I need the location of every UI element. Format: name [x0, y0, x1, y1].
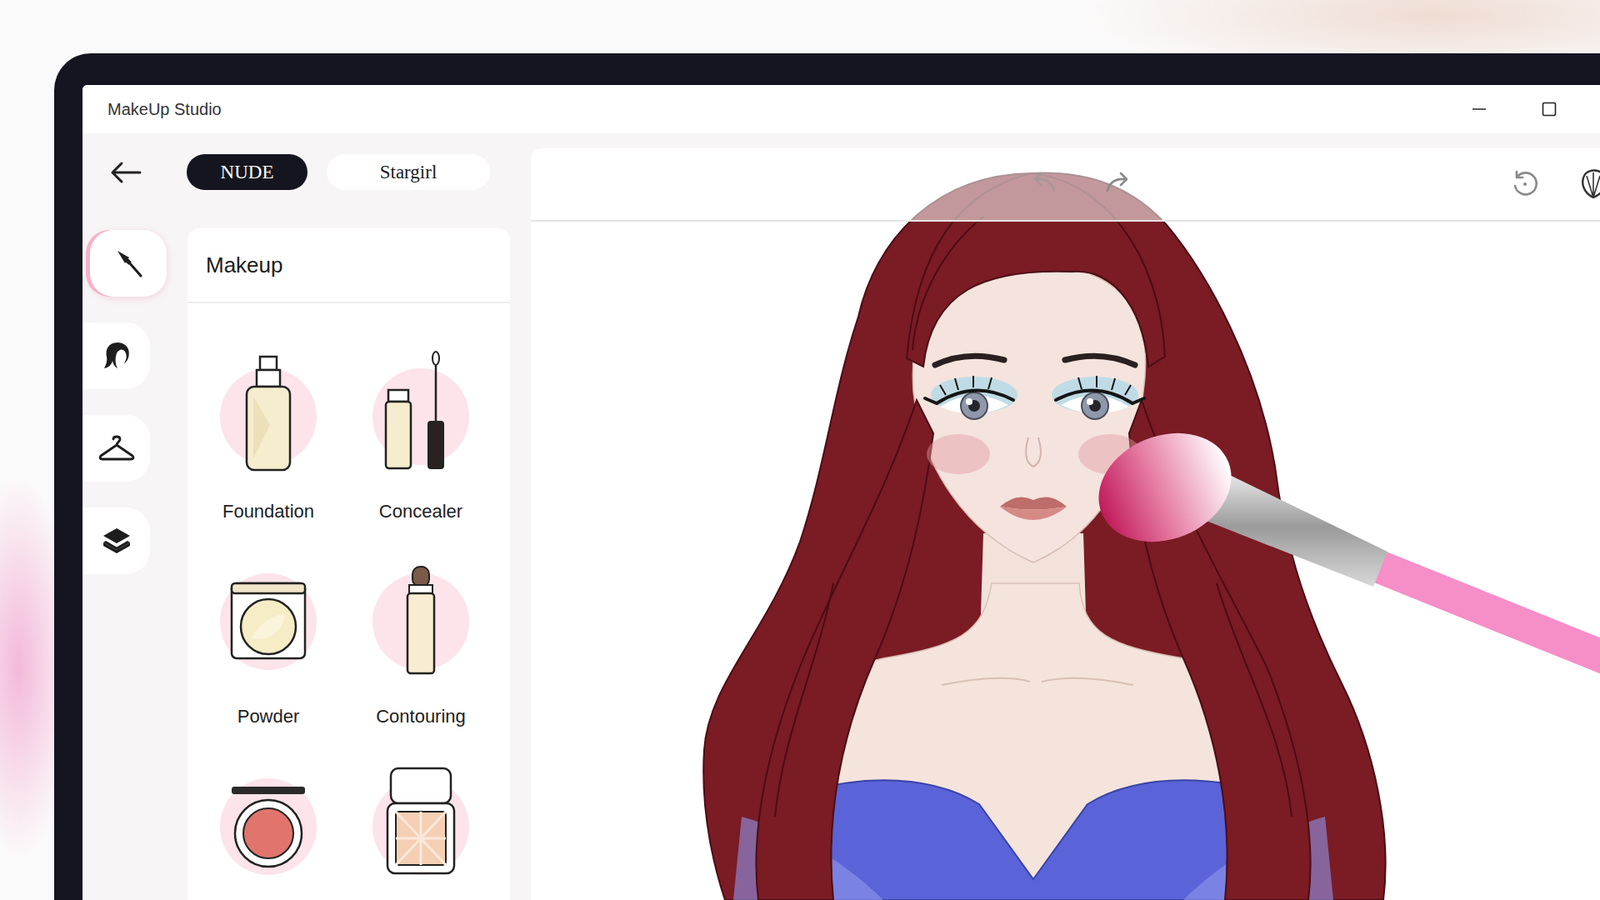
device-frame: MakeUp Studio NUDE Stargirl Makeup Founda…: [54, 53, 1600, 900]
rail-item[interactable]: [90, 230, 167, 297]
maximize-icon[interactable]: [1540, 100, 1559, 119]
tab[interactable]: Stargirl: [326, 154, 490, 190]
blush-icon: [210, 751, 327, 900]
tool-body: Makeup Foundation Concealer Powder Conto…: [82, 228, 531, 900]
rail-item[interactable]: [82, 507, 150, 575]
brush-icon: [110, 245, 146, 281]
product-item[interactable]: Contouring: [362, 546, 480, 730]
reset-icon[interactable]: [1508, 167, 1542, 201]
tab[interactable]: NUDE: [186, 154, 308, 190]
product-label: Concealer: [379, 499, 463, 525]
product-label: Contouring: [375, 704, 466, 730]
redo-icon[interactable]: [1102, 167, 1136, 201]
title-bar: MakeUp Studio: [82, 85, 1600, 134]
product-item[interactable]: [362, 751, 480, 900]
hanger-icon: [97, 430, 136, 466]
panel-title: Makeup: [205, 252, 284, 279]
contouring-icon: [362, 546, 480, 697]
product-item[interactable]: Concealer: [362, 341, 480, 525]
layers-icon: [99, 523, 135, 559]
tabs: NUDE Stargirl: [186, 154, 490, 190]
product-label: Foundation: [222, 499, 315, 525]
category-rail: [82, 228, 188, 900]
window-title: MakeUp Studio: [107, 100, 222, 120]
canvas[interactable]: [530, 148, 1600, 900]
concealer-icon: [362, 341, 480, 492]
product-item[interactable]: Foundation: [210, 341, 327, 525]
highlighter-icon: [362, 751, 480, 900]
back-arrow-icon: [109, 160, 143, 185]
product-item[interactable]: [210, 751, 327, 900]
canvas-toolbar: [530, 148, 1600, 222]
top-bar: NUDE Stargirl: [82, 133, 531, 229]
powder-icon: [210, 546, 327, 697]
content: NUDE Stargirl Makeup Foundation Concealer…: [82, 133, 1600, 900]
back-button[interactable]: [107, 154, 145, 190]
page: MakeUp Studio NUDE Stargirl Makeup Founda…: [0, 0, 1600, 900]
panel-header: Makeup: [187, 228, 510, 304]
app-window: MakeUp Studio NUDE Stargirl Makeup Founda…: [82, 85, 1600, 900]
product-label: Powder: [237, 704, 300, 730]
product-grid: Foundation Concealer Powder Contouring: [187, 303, 510, 900]
character-illustration: [530, 148, 1600, 900]
left-column: NUDE Stargirl Makeup Foundation Concealer…: [82, 133, 531, 900]
foundation-icon: [210, 341, 327, 492]
hair-icon: [99, 338, 135, 374]
shell-icon[interactable]: [1576, 167, 1600, 201]
minimize-icon[interactable]: [1470, 100, 1489, 119]
product-item[interactable]: Powder: [210, 546, 327, 730]
makeup-panel: Makeup Foundation Concealer Powder Conto…: [187, 228, 510, 900]
window-controls: [1470, 100, 1559, 119]
rail-item[interactable]: [82, 322, 150, 390]
rail-item[interactable]: [82, 415, 150, 482]
undo-icon[interactable]: [1025, 167, 1060, 201]
